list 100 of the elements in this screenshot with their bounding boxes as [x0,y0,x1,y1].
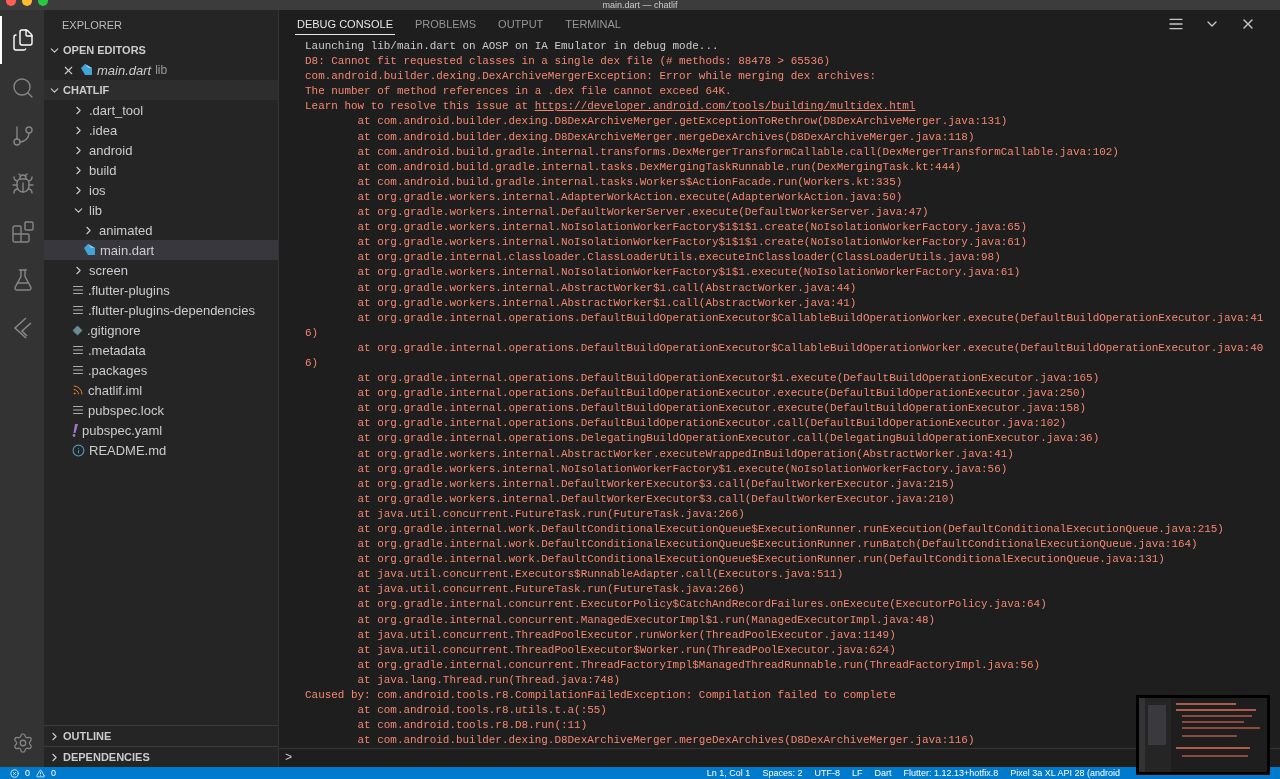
console-line: Learn how to resolve this issue at https://developer.android.com/tools/building/multidex.html [305,99,917,115]
status-item[interactable]: LF [851,767,863,779]
console-line: at org.gradle.workers.internal.NoIsolationWorkerFactory$1$1$1.create(NoIsolationWorkerFactory.java:61) [356,235,1028,251]
console-line: at com.android.build.gradle.internal.tasks.DexMergingTaskRunnable.run(DexMergingTask.kt:444) [356,159,963,175]
flutter-icon[interactable] [12,316,34,340]
console-line: The number of method references in a .dex file cannot exceed 64K. [305,84,733,100]
console-line: at com.android.build.gradle.internal.tasks.Workers$ActionFacade.run(Workers.kt:335) [356,174,904,190]
console-line: at org.gradle.internal.concurrent.ExecutorPolicy$CatchAndRecordFailures.onExecute(ExecutorPolicy.java:64) [356,597,1048,613]
panel-tab[interactable]: TERMINAL [563,14,623,35]
panel-tab[interactable]: OUTPUT [496,14,546,35]
link[interactable]: https://developer.android.com/tools/building/multidex.html [534,100,916,113]
error-icon [10,768,19,778]
console-line: at com.android.builder.dexing.D8DexArchiveMerger.getExceptionToRethrow(D8DexArchiveMerger.java:131) [356,114,1009,130]
search-icon[interactable] [11,76,35,100]
file-item[interactable]: chatlif.iml [44,380,278,400]
panel-tab[interactable]: DEBUG CONSOLE [295,14,395,35]
console-line: at org.gradle.internal.work.DefaultConditionalExecutionQueue$ExecutionRunner.run(DefaultConditionalExecutionQueue.java:131) [356,552,1166,568]
section-header[interactable]: OPEN EDITORS [63,44,146,56]
file-lines-icon [72,404,84,416]
file-item[interactable]: .flutter-plugins [44,280,278,300]
console-line: at org.gradle.internal.operations.DefaultBuildOperationExecutor.call(DefaultBuildOperationExecutor.java:102) [356,416,1068,432]
console-line: at com.android.build.gradle.internal.transforms.DexMergerTransformCallable.call(DexMergerTransformCallable.java:102) [356,144,1120,160]
close-window-button[interactable] [6,0,16,6]
diamond-icon [72,324,83,336]
console-line: at org.gradle.workers.internal.AbstractWorker.executeWrappedInBuildOperation(AbstractWorker.java:41) [356,446,1015,462]
console-line: Launching lib/main.dart on AOSP on IA Emulator in debug mode... [305,39,720,54]
prompt-symbol[interactable]: > [285,751,293,765]
status-item[interactable]: Ln 1, Col 1 [706,767,751,779]
minimize-window-button[interactable] [22,0,32,6]
dart-icon [79,63,93,77]
status-item[interactable]: Pixel 3a XL API 28 (android [1010,767,1120,779]
console-line: at org.gradle.workers.internal.AdapterWorkAction.execute(AdapterWorkAction.java:50) [356,189,904,205]
console-line: at org.gradle.workers.internal.DefaultWorkerExecutor$3.call(DefaultWorkerExecutor.java:210) [356,491,956,507]
status-item[interactable]: Dart [874,767,892,779]
bug-icon[interactable] [11,172,35,196]
dart-icon [82,243,96,257]
branch-icon[interactable] [11,124,35,148]
file-item[interactable]: README.md [44,440,278,460]
file-item[interactable]: .metadata [44,340,278,360]
section-header[interactable]: DEPENDENCIES [63,751,150,763]
file-item[interactable]: .flutter-plugins-dependencies [44,300,278,320]
status-item[interactable]: UTF-8 [814,767,840,779]
console-line: at java.util.concurrent.ThreadPoolExecutor$Worker.run(ThreadPoolExecutor.java:624) [356,642,897,658]
folder-item[interactable]: .dart_tool [44,100,278,120]
folder-hint: lib [155,63,168,77]
folder-item[interactable]: screen [44,260,278,280]
console-line: at java.lang.Thread.run(Thread.java:748) [356,672,622,688]
file-item[interactable]: .gitignore [44,320,278,340]
window-title: main.dart — chatlif [602,0,678,10]
folder-item[interactable]: .idea [44,120,278,140]
console-line: at org.gradle.internal.operations.DefaultBuildOperationExecutor$CallableBuildOperationWorker.execute(DefaultBuildOperationExecutor.java:416) [305,310,1265,341]
exclamation-icon [72,423,78,437]
status-item[interactable]: Spaces: 2 [762,767,803,779]
file-item[interactable]: .packages [44,360,278,380]
folder-item[interactable]: ios [44,180,278,200]
console-line: at java.util.concurrent.FutureTask.run(FutureTask.java:266) [356,582,746,598]
open-editor-item[interactable]: main.dart [97,62,152,78]
file-item[interactable]: pubspec.yaml [44,420,278,440]
console-line: at com.android.builder.dexing.D8DexArchiveMerger.mergeDexArchives(D8DexArchiveMerger.java:116) [356,733,976,748]
file-item[interactable]: pubspec.lock [44,400,278,420]
files-icon[interactable] [11,28,35,52]
clear-console-icon[interactable] [1168,16,1184,32]
console-line: at org.gradle.workers.internal.NoIsolationWorkerFactory$1$1$1.create(NoIsolationWorkerFactory.java:65) [356,220,1028,236]
console-line: at java.util.concurrent.ThreadPoolExecutor.runWorker(ThreadPoolExecutor.java:1149) [356,627,897,643]
folder-item[interactable]: lib [44,200,278,220]
console-line: at org.gradle.internal.concurrent.ThreadFactoryImpl$ManagedThreadRunnable.run(ThreadFactoryImpl.java:56) [356,657,1042,673]
console-line: at com.android.tools.r8.D8.run(:11) [356,718,589,734]
file-lines-icon [72,364,84,376]
console-line: at com.android.tools.r8.utils.t.a(:55) [356,703,608,719]
file-item[interactable]: main.dart [44,240,278,260]
panel-tab[interactable]: PROBLEMS [412,14,479,35]
feed-icon [72,384,84,396]
console-line: at org.gradle.internal.operations.DelegatingBuildOperationExecutor.call(DelegatingBuildOperationExecutor.java:36) [356,431,1101,447]
console-line: at org.gradle.internal.operations.DefaultBuildOperationExecutor$1.execute(DefaultBuildOperationExecutor.java:165) [356,371,1101,387]
console-line: at com.android.builder.dexing.D8DexArchiveMerger.mergeDexArchives(D8DexArchiveMerger.java:118) [356,129,976,145]
console-line: at org.gradle.internal.concurrent.ManagedExecutorImpl$1.run(ManagedExecutorImpl.java:48) [356,612,937,628]
console-line: at org.gradle.workers.internal.DefaultWorkerExecutor$3.call(DefaultWorkerExecutor.java:215) [356,476,956,492]
console-line: at org.gradle.workers.internal.AbstractWorker$1.call(AbstractWorker.java:41) [356,295,858,311]
zoom-window-button[interactable] [38,0,48,6]
console-line: at org.gradle.workers.internal.DefaultWorkerServer.execute(DefaultWorkerServer.java:47) [356,205,930,221]
file-lines-icon [72,344,84,356]
console-line: at org.gradle.internal.classloader.ClassLoaderUtils.executeInClassloader(ClassLoaderUtils.java:98) [356,250,1002,266]
error-count[interactable]: 0 [25,767,30,779]
folder-item[interactable]: animated [44,220,278,240]
flask-icon[interactable] [11,268,35,292]
status-item[interactable]: Flutter: 1.12.13+hotfix.8 [903,767,999,779]
section-header[interactable]: CHATLIF [63,84,110,96]
folder-item[interactable]: android [44,140,278,160]
settings-icon[interactable] [12,732,34,754]
folder-item[interactable]: build [44,160,278,180]
warning-count[interactable]: 0 [51,767,57,779]
section-header[interactable]: OUTLINE [63,730,112,742]
info-icon [72,443,85,457]
console-line: at org.gradle.internal.work.DefaultConditionalExecutionQueue$ExecutionRunner.runBatch(DefaultConditionalExecutionQueue.java:164) [356,537,1199,553]
blocks-icon[interactable] [11,220,35,244]
console-line: at java.util.concurrent.Executors$RunnableAdapter.call(Executors.java:511) [356,567,845,583]
console-line: at org.gradle.workers.internal.AbstractWorker$1.call(AbstractWorker.java:44) [356,280,858,296]
sidebar-title: EXPLORER [62,19,122,31]
console-line: at org.gradle.internal.operations.DefaultBuildOperationExecutor.execute(DefaultBuildOperationExecutor.java:158) [356,401,1088,417]
console-line: at java.util.concurrent.FutureTask.run(FutureTask.java:266) [356,506,746,522]
